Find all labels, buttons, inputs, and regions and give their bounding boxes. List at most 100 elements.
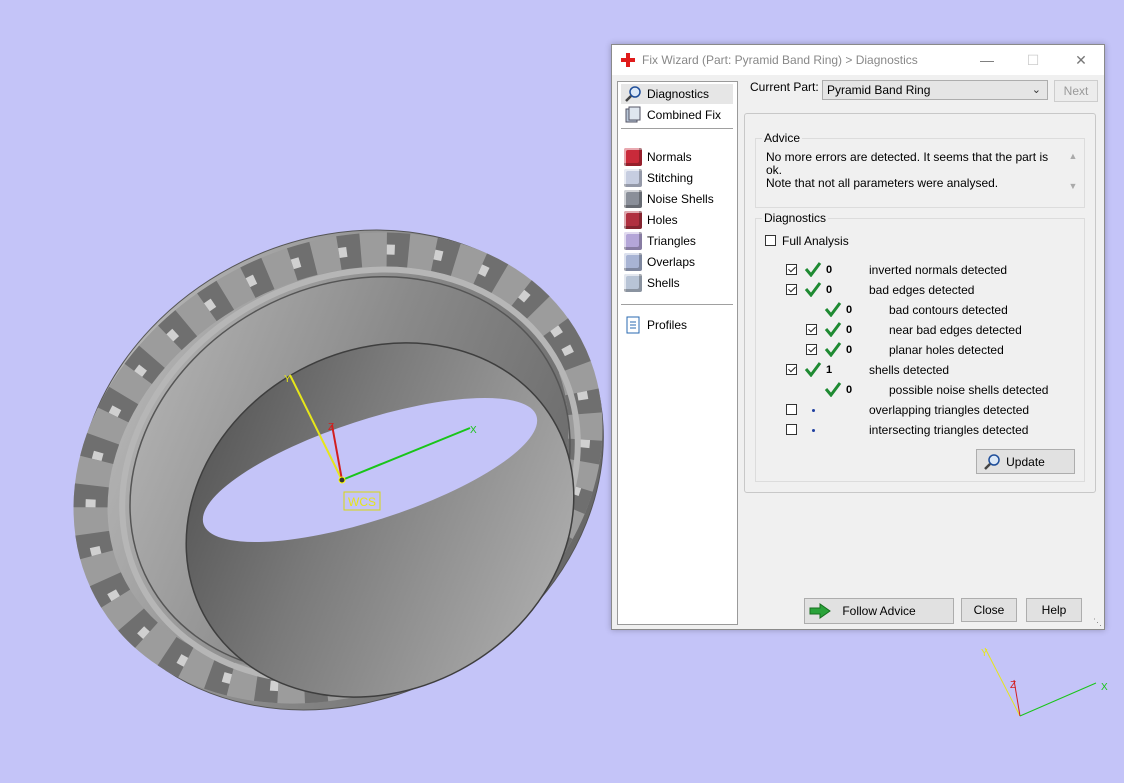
stitching-cube-icon bbox=[624, 169, 642, 187]
wizard-nav-pane: Diagnostics Combined Fix Normals Stitchi… bbox=[617, 81, 738, 625]
nav-separator bbox=[621, 128, 733, 129]
advice-title: Advice bbox=[762, 131, 803, 145]
combined-fix-icon bbox=[624, 106, 642, 124]
pending-dot-icon bbox=[812, 409, 815, 412]
wcs-label: WCS bbox=[348, 495, 376, 509]
nav-label-shells: Shells bbox=[647, 276, 680, 290]
corner-axis-label-z: Z bbox=[1010, 680, 1016, 691]
inverted-normals-checkbox[interactable] bbox=[786, 264, 797, 275]
shells-count: 1 bbox=[826, 364, 833, 376]
noise-shells-icon bbox=[624, 190, 642, 208]
app-cross-icon bbox=[621, 53, 635, 67]
planar-holes-checkbox[interactable] bbox=[806, 344, 817, 355]
advice-scrollbar[interactable]: ▲ ▼ bbox=[1066, 151, 1080, 199]
full-analysis-label: Full Analysis bbox=[782, 234, 849, 248]
triangles-cube-icon bbox=[624, 232, 642, 250]
bad-edges-count: 0 bbox=[826, 284, 833, 296]
follow-advice-button[interactable]: Follow Advice bbox=[804, 598, 954, 624]
green-check-icon bbox=[804, 282, 822, 297]
ring-model[interactable] bbox=[0, 139, 688, 783]
overlaps-cube-icon bbox=[624, 253, 642, 271]
normals-cube-icon bbox=[624, 148, 642, 166]
fix-wizard-window: Fix Wizard (Part: Pyramid Band Ring) > D… bbox=[611, 44, 1105, 630]
advice-line-1: No more errors are detected. It seems th… bbox=[766, 150, 1049, 177]
nav-label-normals: Normals bbox=[647, 150, 692, 164]
noise-shells-count: 0 bbox=[846, 384, 853, 396]
title-bar[interactable]: Fix Wizard (Part: Pyramid Band Ring) > D… bbox=[612, 45, 1104, 75]
bad-edges-checkbox[interactable] bbox=[786, 284, 797, 295]
intersecting-triangles-checkbox[interactable] bbox=[786, 424, 797, 435]
green-check-icon bbox=[804, 262, 822, 277]
nav-label-diagnostics: Diagnostics bbox=[647, 87, 710, 101]
nav-item-combined-fix[interactable]: Combined Fix bbox=[621, 105, 733, 125]
inverted-normals-desc: inverted normals detected bbox=[869, 263, 1008, 277]
nav-item-noise-shells[interactable]: Noise Shells bbox=[621, 189, 733, 209]
nav-label-stitching: Stitching bbox=[647, 171, 694, 185]
overlapping-triangles-desc: overlapping triangles detected bbox=[869, 403, 1030, 417]
diagnostics-group: Diagnostics Full Analysis 0 inverted nor… bbox=[755, 211, 1085, 482]
window-title: Fix Wizard (Part: Pyramid Band Ring) > D… bbox=[642, 53, 918, 67]
nav-item-diagnostics[interactable]: Diagnostics bbox=[621, 84, 733, 104]
green-check-icon bbox=[824, 322, 842, 337]
nav-item-shells[interactable]: Shells bbox=[621, 273, 733, 293]
nav-item-overlaps[interactable]: Overlaps bbox=[621, 252, 733, 272]
near-bad-edges-desc: near bad edges detected bbox=[889, 323, 1022, 337]
advice-line-2: Note that not all parameters were analys… bbox=[766, 176, 999, 190]
magnifier-icon bbox=[624, 85, 642, 103]
chevron-down-icon: ⌄ bbox=[1031, 84, 1041, 96]
nav-item-holes[interactable]: Holes bbox=[621, 210, 733, 230]
planar-holes-count: 0 bbox=[846, 344, 853, 356]
next-button[interactable]: Next bbox=[1054, 80, 1098, 102]
nav-item-profiles[interactable]: Profiles bbox=[621, 315, 733, 335]
nav-separator bbox=[621, 304, 733, 305]
overlapping-triangles-checkbox[interactable] bbox=[786, 404, 797, 415]
noise-shells-desc: possible noise shells detected bbox=[889, 383, 1049, 397]
update-button[interactable]: Update bbox=[976, 449, 1075, 474]
near-bad-edges-checkbox[interactable] bbox=[806, 324, 817, 335]
axis-label-y: Y bbox=[284, 374, 291, 385]
shells-checkbox[interactable] bbox=[786, 364, 797, 375]
update-button-label: Update bbox=[1006, 454, 1045, 469]
holes-cube-icon bbox=[624, 211, 642, 229]
shells-desc: shells detected bbox=[869, 363, 950, 377]
current-part-value: Pyramid Band Ring bbox=[827, 83, 931, 97]
advice-group: Advice No more errors are detected. It s… bbox=[755, 131, 1085, 208]
close-window-button[interactable]: ✕ bbox=[1058, 45, 1104, 75]
nav-item-triangles[interactable]: Triangles bbox=[621, 231, 733, 251]
bad-edges-desc: bad edges detected bbox=[869, 283, 975, 297]
nav-label-triangles: Triangles bbox=[647, 234, 696, 248]
advice-text: No more errors are detected. It seems th… bbox=[766, 151, 1056, 190]
axis-label-z: Z bbox=[328, 422, 334, 433]
nav-label-holes: Holes bbox=[647, 213, 678, 227]
green-check-icon bbox=[824, 302, 842, 317]
green-check-icon bbox=[804, 362, 822, 377]
green-check-icon bbox=[824, 382, 842, 397]
near-bad-edges-count: 0 bbox=[846, 324, 853, 336]
minimize-button[interactable]: — bbox=[964, 45, 1010, 75]
nav-label-noise-shells: Noise Shells bbox=[647, 192, 714, 206]
diagnostics-title: Diagnostics bbox=[762, 211, 829, 225]
bad-contours-count: 0 bbox=[846, 304, 853, 316]
intersecting-triangles-desc: intersecting triangles detected bbox=[869, 423, 1029, 437]
nav-label-profiles: Profiles bbox=[647, 318, 688, 332]
bad-contours-desc: bad contours detected bbox=[889, 303, 1008, 317]
current-part-select[interactable]: Pyramid Band Ring ⌄ bbox=[822, 80, 1048, 100]
diagnostics-panel: Advice No more errors are detected. It s… bbox=[744, 113, 1096, 493]
full-analysis-checkbox[interactable] bbox=[765, 235, 776, 246]
close-button[interactable]: Close bbox=[961, 598, 1017, 622]
nav-label-overlaps: Overlaps bbox=[647, 255, 696, 269]
profiles-document-icon bbox=[624, 316, 642, 334]
inverted-normals-count: 0 bbox=[826, 264, 833, 276]
green-check-icon bbox=[824, 342, 842, 357]
green-arrow-icon bbox=[809, 603, 831, 619]
maximize-button[interactable]: ☐ bbox=[1010, 45, 1056, 75]
nav-item-stitching[interactable]: Stitching bbox=[621, 168, 733, 188]
help-button[interactable]: Help bbox=[1026, 598, 1082, 622]
resize-grip-icon[interactable]: ⋱ bbox=[1093, 617, 1102, 628]
current-part-label: Current Part: bbox=[750, 80, 819, 94]
content-area: Current Part: Pyramid Band Ring ⌄ Next A… bbox=[740, 75, 1100, 625]
planar-holes-desc: planar holes detected bbox=[889, 343, 1004, 357]
axis-label-x: X bbox=[470, 425, 477, 436]
nav-item-normals[interactable]: Normals bbox=[621, 147, 733, 167]
nav-label-combined-fix: Combined Fix bbox=[647, 108, 722, 122]
